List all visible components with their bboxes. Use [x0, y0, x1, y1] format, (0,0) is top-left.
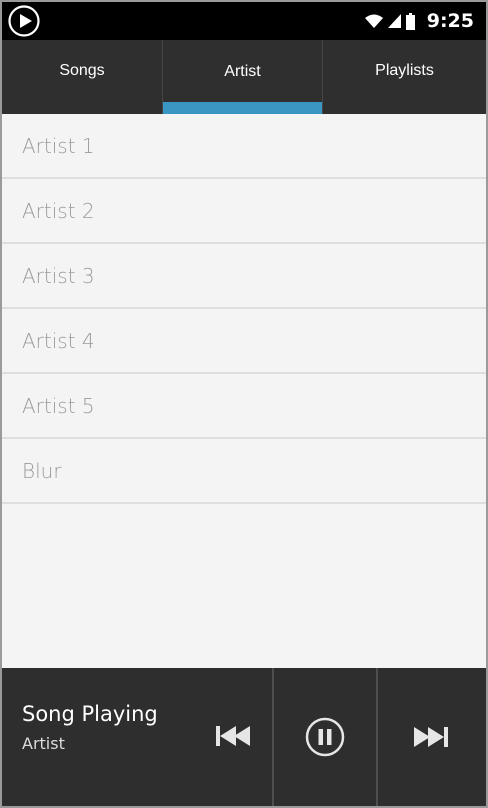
- active-tab-indicator: [163, 102, 322, 114]
- tab-songs-label: Songs: [59, 62, 105, 79]
- tab-songs[interactable]: Songs: [2, 40, 162, 114]
- pause-icon: [305, 717, 345, 757]
- artist-list-item[interactable]: Blur: [2, 439, 486, 504]
- wifi-icon: [364, 14, 383, 28]
- tab-bar: Songs Artist Playlists: [2, 40, 486, 114]
- play-circle-icon: [8, 5, 40, 37]
- artist-list-item[interactable]: Artist 2: [2, 179, 486, 244]
- pause-button[interactable]: [274, 668, 378, 806]
- battery-icon: [405, 12, 415, 30]
- tab-playlists-label: Playlists: [375, 62, 434, 79]
- now-playing-bar: Song Playing Artist: [2, 668, 486, 806]
- artist-list: Artist 1 Artist 2 Artist 3 Artist 4 Arti…: [2, 114, 486, 504]
- app-window: 9:25 Songs Artist Playlists Artist 1 Art…: [0, 0, 488, 808]
- next-icon: [414, 727, 448, 747]
- song-artist: Artist: [22, 734, 65, 753]
- artist-list-item[interactable]: Artist 5: [2, 374, 486, 439]
- status-bar: 9:25: [2, 2, 486, 40]
- status-icons: 9:25: [364, 2, 474, 40]
- previous-icon[interactable]: [214, 723, 254, 749]
- tab-playlists[interactable]: Playlists: [322, 40, 486, 114]
- artist-list-item[interactable]: Artist 3: [2, 244, 486, 309]
- now-playing-info[interactable]: Song Playing Artist: [2, 668, 274, 806]
- tab-artist[interactable]: Artist: [162, 40, 322, 114]
- next-button[interactable]: [378, 668, 486, 806]
- signal-icon: [387, 14, 401, 28]
- artist-list-item[interactable]: Artist 1: [2, 114, 486, 179]
- status-clock: 9:25: [426, 10, 474, 32]
- song-title: Song Playing: [22, 702, 158, 726]
- tab-artist-label: Artist: [224, 63, 261, 80]
- artist-list-item[interactable]: Artist 4: [2, 309, 486, 374]
